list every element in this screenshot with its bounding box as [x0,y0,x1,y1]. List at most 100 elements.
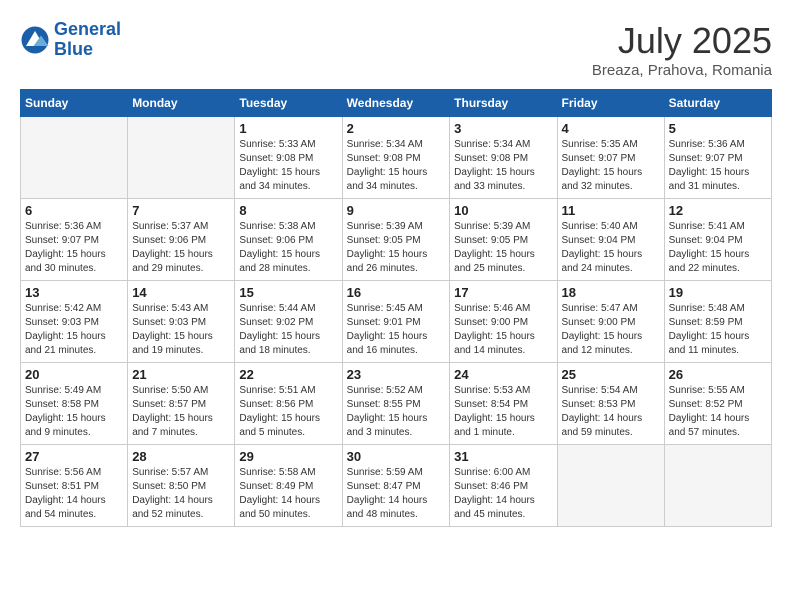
calendar-cell: 29 Sunrise: 5:58 AMSunset: 8:49 PMDaylig… [235,445,342,527]
day-number: 8 [239,203,337,218]
calendar-cell: 9 Sunrise: 5:39 AMSunset: 9:05 PMDayligh… [342,199,450,281]
calendar-cell: 12 Sunrise: 5:41 AMSunset: 9:04 PMDaylig… [664,199,771,281]
day-info: Sunrise: 5:39 AMSunset: 9:05 PMDaylight:… [454,220,552,276]
calendar-cell [664,445,771,527]
calendar-week-1: 1 Sunrise: 5:33 AMSunset: 9:08 PMDayligh… [21,117,772,199]
day-number: 13 [25,285,123,300]
day-info: Sunrise: 5:41 AMSunset: 9:04 PMDaylight:… [669,220,767,276]
day-number: 15 [239,285,337,300]
calendar-cell: 11 Sunrise: 5:40 AMSunset: 9:04 PMDaylig… [557,199,664,281]
calendar-cell: 14 Sunrise: 5:43 AMSunset: 9:03 PMDaylig… [128,281,235,363]
calendar-cell: 30 Sunrise: 5:59 AMSunset: 8:47 PMDaylig… [342,445,450,527]
calendar-cell: 15 Sunrise: 5:44 AMSunset: 9:02 PMDaylig… [235,281,342,363]
day-number: 19 [669,285,767,300]
weekday-header-saturday: Saturday [664,90,771,117]
calendar-week-4: 20 Sunrise: 5:49 AMSunset: 8:58 PMDaylig… [21,363,772,445]
day-info: Sunrise: 5:52 AMSunset: 8:55 PMDaylight:… [347,384,446,440]
day-info: Sunrise: 5:45 AMSunset: 9:01 PMDaylight:… [347,302,446,358]
day-info: Sunrise: 5:37 AMSunset: 9:06 PMDaylight:… [132,220,230,276]
calendar-cell: 4 Sunrise: 5:35 AMSunset: 9:07 PMDayligh… [557,117,664,199]
day-number: 7 [132,203,230,218]
day-info: Sunrise: 5:58 AMSunset: 8:49 PMDaylight:… [239,466,337,522]
day-number: 3 [454,121,552,136]
calendar-cell: 27 Sunrise: 5:56 AMSunset: 8:51 PMDaylig… [21,445,128,527]
weekday-header-thursday: Thursday [450,90,557,117]
calendar-table: SundayMondayTuesdayWednesdayThursdayFrid… [20,89,772,527]
day-number: 5 [669,121,767,136]
day-info: Sunrise: 5:36 AMSunset: 9:07 PMDaylight:… [669,138,767,194]
day-number: 23 [347,367,446,382]
logo-line1: General [54,19,121,39]
day-info: Sunrise: 5:43 AMSunset: 9:03 PMDaylight:… [132,302,230,358]
calendar-cell: 26 Sunrise: 5:55 AMSunset: 8:52 PMDaylig… [664,363,771,445]
calendar-cell: 17 Sunrise: 5:46 AMSunset: 9:00 PMDaylig… [450,281,557,363]
calendar-cell: 24 Sunrise: 5:53 AMSunset: 8:54 PMDaylig… [450,363,557,445]
day-number: 2 [347,121,446,136]
calendar-cell [128,117,235,199]
day-info: Sunrise: 6:00 AMSunset: 8:46 PMDaylight:… [454,466,552,522]
day-info: Sunrise: 5:55 AMSunset: 8:52 PMDaylight:… [669,384,767,440]
day-number: 31 [454,449,552,464]
calendar-cell: 19 Sunrise: 5:48 AMSunset: 8:59 PMDaylig… [664,281,771,363]
weekday-header-tuesday: Tuesday [235,90,342,117]
calendar-week-5: 27 Sunrise: 5:56 AMSunset: 8:51 PMDaylig… [21,445,772,527]
day-number: 28 [132,449,230,464]
calendar-cell: 21 Sunrise: 5:50 AMSunset: 8:57 PMDaylig… [128,363,235,445]
day-info: Sunrise: 5:49 AMSunset: 8:58 PMDaylight:… [25,384,123,440]
calendar-cell: 28 Sunrise: 5:57 AMSunset: 8:50 PMDaylig… [128,445,235,527]
day-number: 14 [132,285,230,300]
day-number: 12 [669,203,767,218]
location-subtitle: Breaza, Prahova, Romania [592,62,772,79]
calendar-cell: 5 Sunrise: 5:36 AMSunset: 9:07 PMDayligh… [664,117,771,199]
day-info: Sunrise: 5:34 AMSunset: 9:08 PMDaylight:… [454,138,552,194]
day-number: 20 [25,367,123,382]
day-info: Sunrise: 5:51 AMSunset: 8:56 PMDaylight:… [239,384,337,440]
weekday-header-friday: Friday [557,90,664,117]
day-info: Sunrise: 5:47 AMSunset: 9:00 PMDaylight:… [562,302,660,358]
weekday-header-wednesday: Wednesday [342,90,450,117]
day-number: 11 [562,203,660,218]
calendar-cell: 16 Sunrise: 5:45 AMSunset: 9:01 PMDaylig… [342,281,450,363]
day-number: 10 [454,203,552,218]
day-number: 9 [347,203,446,218]
day-info: Sunrise: 5:34 AMSunset: 9:08 PMDaylight:… [347,138,446,194]
day-number: 25 [562,367,660,382]
day-info: Sunrise: 5:42 AMSunset: 9:03 PMDaylight:… [25,302,123,358]
day-number: 16 [347,285,446,300]
calendar-cell [21,117,128,199]
weekday-header-monday: Monday [128,90,235,117]
calendar-cell: 18 Sunrise: 5:47 AMSunset: 9:00 PMDaylig… [557,281,664,363]
logo-line2: Blue [54,39,93,59]
day-info: Sunrise: 5:35 AMSunset: 9:07 PMDaylight:… [562,138,660,194]
day-info: Sunrise: 5:57 AMSunset: 8:50 PMDaylight:… [132,466,230,522]
page-header: General Blue July 2025 Breaza, Prahova, … [20,20,772,79]
calendar-cell: 3 Sunrise: 5:34 AMSunset: 9:08 PMDayligh… [450,117,557,199]
day-info: Sunrise: 5:56 AMSunset: 8:51 PMDaylight:… [25,466,123,522]
day-info: Sunrise: 5:50 AMSunset: 8:57 PMDaylight:… [132,384,230,440]
day-number: 4 [562,121,660,136]
day-info: Sunrise: 5:46 AMSunset: 9:00 PMDaylight:… [454,302,552,358]
day-info: Sunrise: 5:36 AMSunset: 9:07 PMDaylight:… [25,220,123,276]
calendar-cell: 22 Sunrise: 5:51 AMSunset: 8:56 PMDaylig… [235,363,342,445]
logo-text: General Blue [54,20,121,60]
title-block: July 2025 Breaza, Prahova, Romania [592,20,772,79]
day-number: 18 [562,285,660,300]
day-info: Sunrise: 5:33 AMSunset: 9:08 PMDaylight:… [239,138,337,194]
weekday-header-row: SundayMondayTuesdayWednesdayThursdayFrid… [21,90,772,117]
day-number: 26 [669,367,767,382]
day-info: Sunrise: 5:39 AMSunset: 9:05 PMDaylight:… [347,220,446,276]
calendar-cell: 31 Sunrise: 6:00 AMSunset: 8:46 PMDaylig… [450,445,557,527]
day-number: 24 [454,367,552,382]
logo-icon [20,25,50,55]
day-info: Sunrise: 5:59 AMSunset: 8:47 PMDaylight:… [347,466,446,522]
calendar-cell: 20 Sunrise: 5:49 AMSunset: 8:58 PMDaylig… [21,363,128,445]
weekday-header-sunday: Sunday [21,90,128,117]
day-number: 17 [454,285,552,300]
day-number: 6 [25,203,123,218]
day-info: Sunrise: 5:53 AMSunset: 8:54 PMDaylight:… [454,384,552,440]
calendar-cell: 1 Sunrise: 5:33 AMSunset: 9:08 PMDayligh… [235,117,342,199]
calendar-cell: 7 Sunrise: 5:37 AMSunset: 9:06 PMDayligh… [128,199,235,281]
logo: General Blue [20,20,121,60]
day-info: Sunrise: 5:48 AMSunset: 8:59 PMDaylight:… [669,302,767,358]
calendar-cell: 2 Sunrise: 5:34 AMSunset: 9:08 PMDayligh… [342,117,450,199]
